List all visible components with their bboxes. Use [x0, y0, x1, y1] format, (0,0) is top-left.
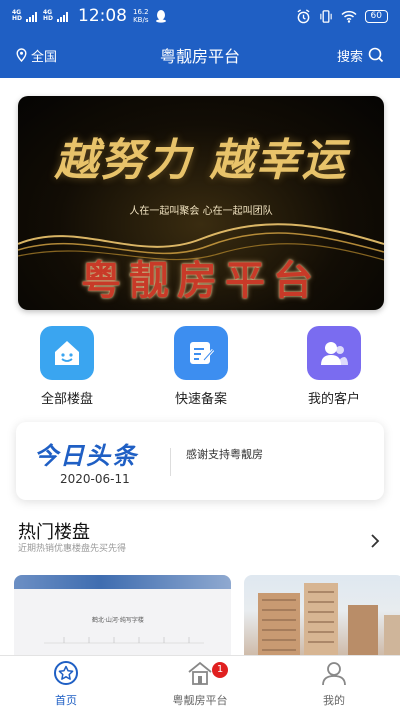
- app-header: 全国 粤靓房平台 搜索: [0, 32, 400, 78]
- network-speed: 16.2 KB/s: [133, 8, 149, 24]
- shortcut-my-customers[interactable]: 我的客户: [284, 326, 384, 407]
- property-card[interactable]: 鹤北·山河·纯写字楼: [14, 575, 231, 665]
- tab-label: 粤靓房平台: [172, 694, 228, 707]
- shortcut-all-properties[interactable]: 全部楼盘: [17, 326, 117, 407]
- tab-platform[interactable]: 1 粤靓房平台: [140, 660, 260, 708]
- property-building-image: [258, 583, 400, 665]
- notification-badge: 1: [212, 662, 228, 678]
- news-logo: 今日头条: [34, 442, 138, 470]
- property-image-header: [14, 575, 231, 589]
- headline-news-card[interactable]: 今日头条 2020-06-11 感谢支持粤靓房: [16, 422, 384, 500]
- home-star-icon: [54, 661, 78, 685]
- status-bar: 4G HD 4G HD 12:08 16.2 KB/s 60: [0, 0, 400, 32]
- clock: 12:08: [78, 6, 127, 26]
- platform-building-icon: [188, 661, 212, 685]
- divider: [170, 448, 171, 476]
- bottom-tab-bar: 首页 1 粤靓房平台 我的: [0, 655, 400, 711]
- section-subtitle: 近期热销优惠楼盘先买先得: [18, 544, 127, 554]
- qq-penguin-icon: [155, 10, 166, 23]
- app-screen: 4G HD 4G HD 12:08 16.2 KB/s 60 全国 粤靓房平台 …: [0, 0, 400, 711]
- signal-sim1-icon: 4G HD: [12, 10, 37, 22]
- wifi-icon: [341, 10, 357, 23]
- search-label: 搜索: [336, 49, 363, 65]
- tab-profile[interactable]: 我的: [274, 660, 394, 708]
- location-label: 全国: [31, 49, 58, 65]
- search-icon: [368, 47, 384, 63]
- promo-banner[interactable]: 越努力 越幸运 人在一起叫聚会 心在一起叫团队 粤靓房平台: [18, 96, 384, 310]
- house-smile-icon: [40, 326, 94, 380]
- shortcut-quick-filing[interactable]: 快速备案: [151, 326, 251, 407]
- user-icon: [322, 662, 346, 686]
- alarm-icon: [297, 8, 310, 23]
- property-caption: 鹤北·山河·纯写字楼: [92, 617, 144, 624]
- banner-brand-title: 粤靓房平台: [81, 257, 321, 304]
- news-date: 2020-06-11: [60, 472, 130, 486]
- battery-indicator: 60: [364, 9, 388, 23]
- news-text: 感谢支持粤靓房: [186, 448, 263, 461]
- tab-home[interactable]: 首页: [6, 660, 126, 708]
- location-pin-icon: [16, 48, 27, 62]
- edit-document-icon: [174, 326, 228, 380]
- customers-icon: [307, 326, 361, 380]
- vibrate-icon: [319, 9, 332, 23]
- search-button[interactable]: 搜索: [337, 46, 384, 65]
- shortcut-label: 快速备案: [174, 392, 227, 407]
- shortcut-grid: 全部楼盘 快速备案 我的客户: [0, 326, 400, 410]
- tab-label: 我的: [323, 694, 345, 707]
- shortcut-label: 全部楼盘: [40, 392, 93, 407]
- property-card[interactable]: [244, 575, 400, 665]
- shortcut-label: 我的客户: [307, 392, 360, 407]
- signal-sim2-icon: 4G HD: [43, 10, 68, 22]
- chevron-right-icon[interactable]: [370, 533, 380, 549]
- banner-slogan: 越努力 越幸运: [54, 135, 348, 186]
- location-selector[interactable]: 全国: [16, 46, 57, 65]
- tab-label: 首页: [55, 694, 77, 707]
